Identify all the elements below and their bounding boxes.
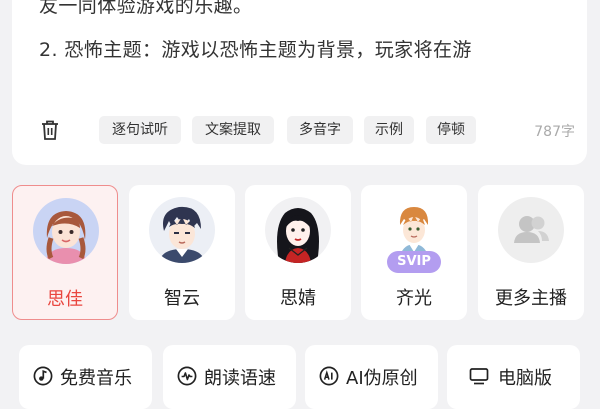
ai-icon bbox=[319, 366, 339, 386]
free-music-button[interactable]: 免费音乐 bbox=[19, 345, 152, 409]
editor-toolbar: 逐句试听 文案提取 多音字 示例 停顿 787字 bbox=[40, 116, 575, 144]
people-icon bbox=[498, 197, 564, 263]
voice-card-zhiyun[interactable]: 智云 bbox=[129, 185, 235, 320]
voice-card-sijing[interactable]: 思婧 bbox=[245, 185, 351, 320]
text-editor-card[interactable]: 友一同体验游戏的乐趣。 2. 恐怖主题：游戏以恐怖主题为背景，玩家将在游 逐句试… bbox=[12, 0, 587, 165]
button-label: 朗读语速 bbox=[204, 368, 276, 389]
more-voices-button[interactable]: 更多主播 bbox=[478, 185, 584, 320]
button-label: 免费音乐 bbox=[60, 368, 132, 389]
char-count: 787字 bbox=[534, 124, 575, 140]
avatar bbox=[149, 197, 215, 263]
trash-icon[interactable] bbox=[40, 119, 60, 141]
text-extract-button[interactable]: 文案提取 bbox=[192, 116, 274, 144]
voice-name: 思婧 bbox=[280, 288, 316, 309]
button-label: 电脑版 bbox=[498, 368, 552, 389]
avatar bbox=[33, 198, 99, 264]
avatar bbox=[265, 197, 331, 263]
reading-speed-button[interactable]: 朗读语速 bbox=[163, 345, 296, 409]
waveform-icon bbox=[177, 366, 197, 386]
desktop-version-button[interactable]: 电脑版 bbox=[447, 345, 580, 409]
voice-name: 齐光 bbox=[396, 288, 432, 309]
voice-name: 智云 bbox=[164, 288, 200, 309]
text-line: 友一同体验游戏的乐趣。 bbox=[39, 0, 253, 17]
polyphone-button[interactable]: 多音字 bbox=[287, 116, 353, 144]
button-label: AI伪原创 bbox=[346, 368, 418, 389]
monitor-icon bbox=[469, 368, 489, 385]
voice-name: 更多主播 bbox=[495, 288, 567, 309]
voice-card-qiguang[interactable]: SVIP 齐光 bbox=[361, 185, 467, 320]
sentence-preview-button[interactable]: 逐句试听 bbox=[99, 116, 181, 144]
voice-card-sijia[interactable]: 思佳 bbox=[12, 185, 118, 320]
text-line: 2. 恐怖主题：游戏以恐怖主题为背景，玩家将在游 bbox=[39, 39, 472, 61]
voice-name: 思佳 bbox=[47, 289, 83, 310]
pause-button[interactable]: 停顿 bbox=[426, 116, 476, 144]
example-button[interactable]: 示例 bbox=[364, 116, 414, 144]
svip-badge: SVIP bbox=[387, 251, 441, 273]
music-note-icon bbox=[33, 366, 53, 386]
ai-rewrite-button[interactable]: AI伪原创 bbox=[305, 345, 438, 409]
